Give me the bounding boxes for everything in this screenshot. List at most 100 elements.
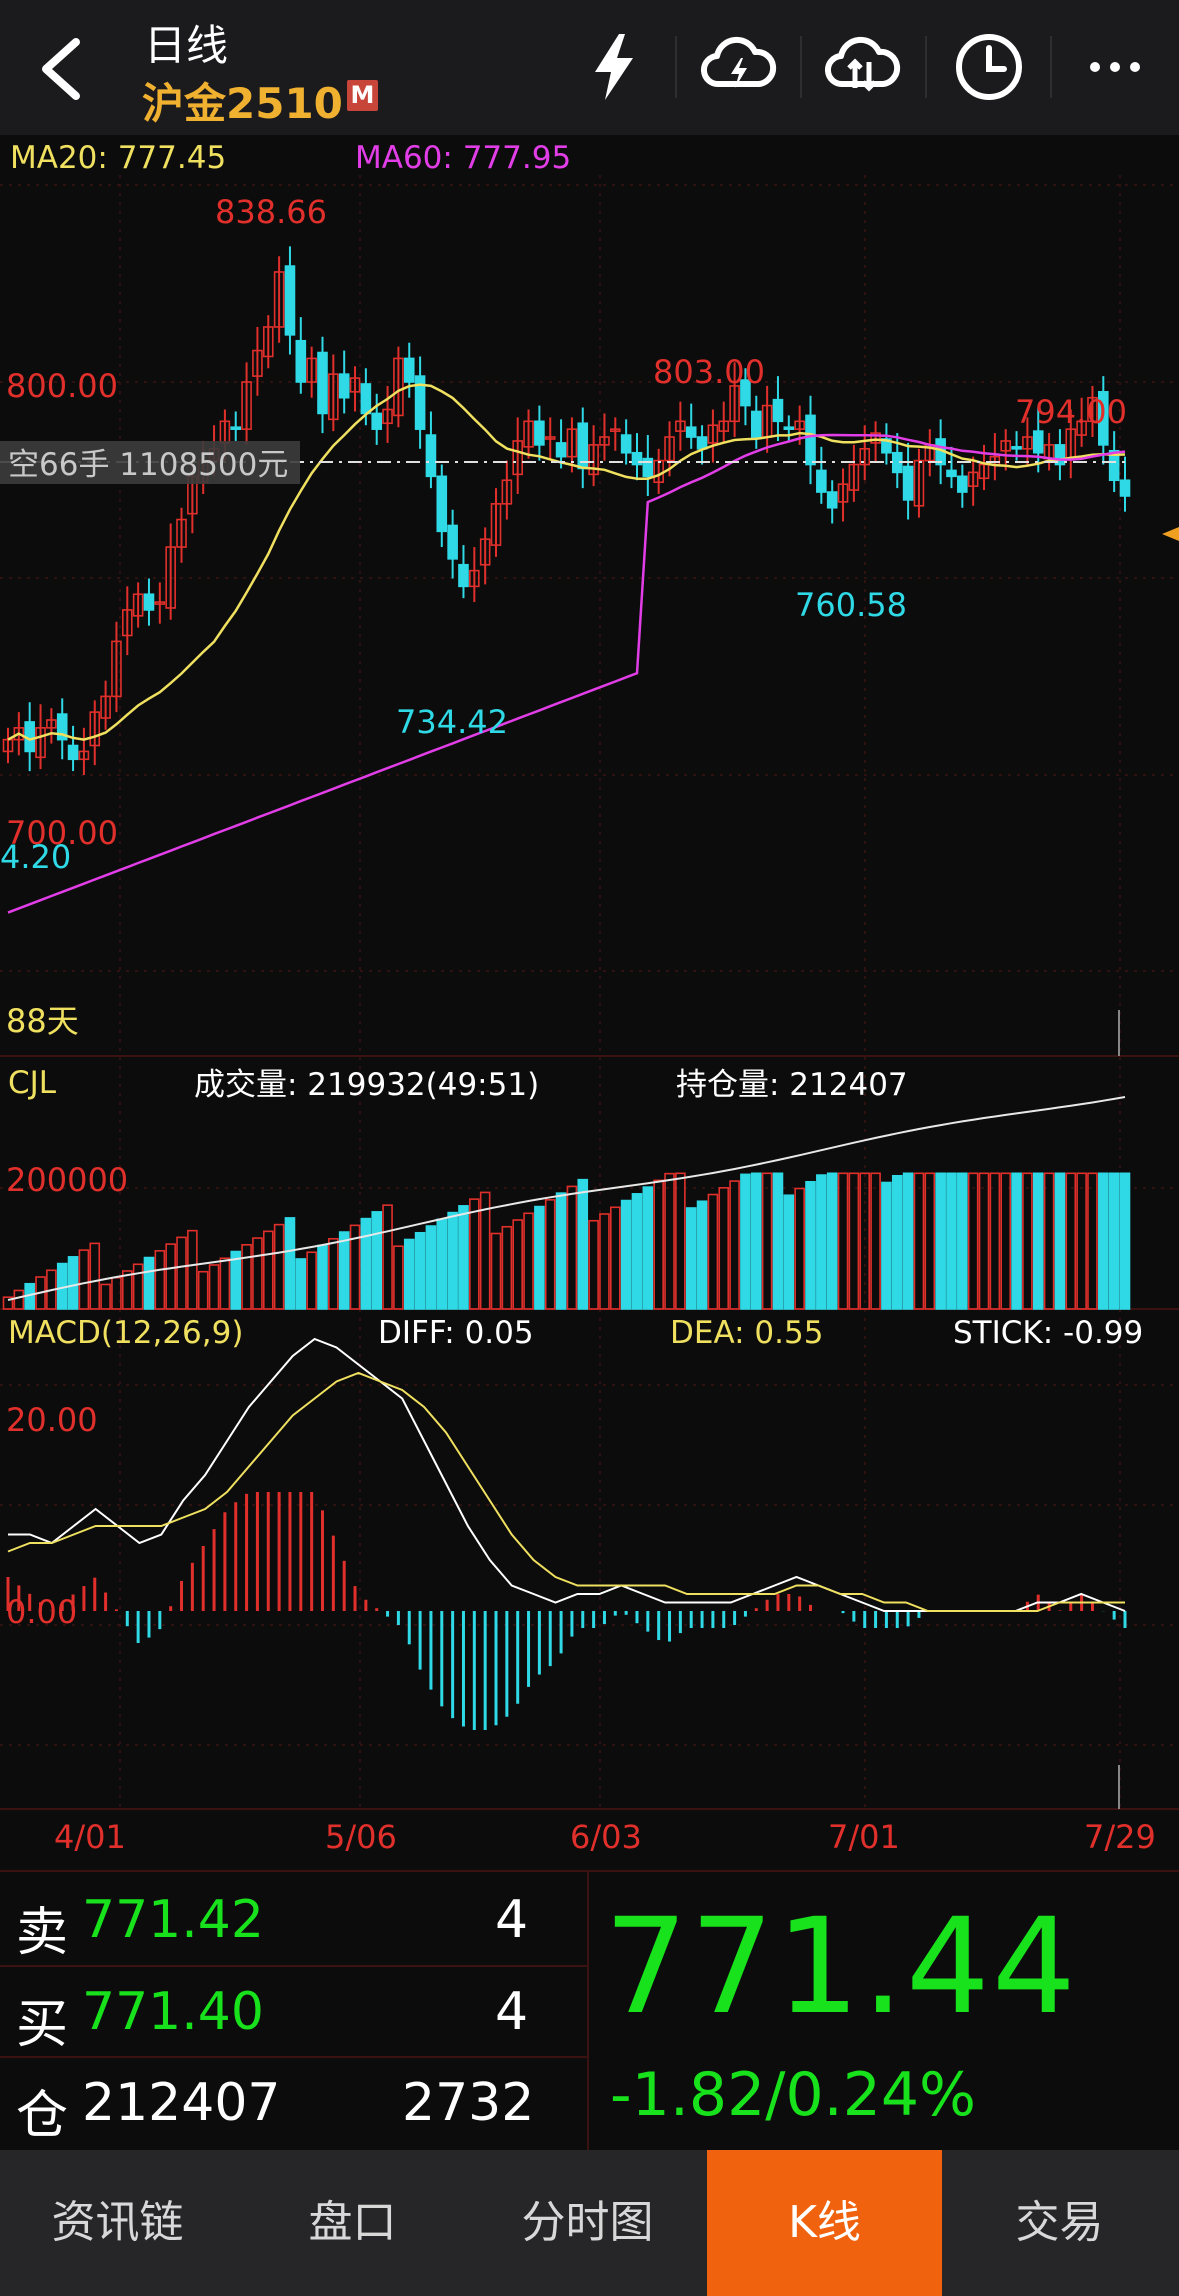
volume-bar <box>707 1193 719 1310</box>
volume-bar <box>219 1257 231 1310</box>
cloud-sync-icon[interactable] <box>823 28 901 106</box>
volume-bar <box>577 1178 589 1310</box>
volume-bar <box>1043 1172 1055 1310</box>
volume-bar <box>534 1205 545 1310</box>
volume-bar <box>631 1193 643 1310</box>
tab-kline[interactable]: K线 <box>707 2150 942 2296</box>
volume-bar <box>913 1172 925 1310</box>
macd-diff-label: DIFF: 0.05 <box>378 1315 534 1351</box>
buy-price[interactable]: 771.40 <box>82 1982 264 2042</box>
volume-bar <box>946 1172 957 1310</box>
tab-trade[interactable]: 交易 <box>942 2150 1177 2296</box>
volume-bar <box>1032 1172 1044 1310</box>
date-label-1: 4/01 <box>54 1818 126 1856</box>
candle-body <box>805 414 816 466</box>
volume-bar <box>1065 1172 1077 1310</box>
tab-intraday[interactable]: 分时图 <box>470 2150 705 2296</box>
ma60-label: MA60: 777.95 <box>355 140 571 176</box>
volume-bar <box>252 1237 263 1310</box>
volume-bar <box>902 1172 914 1310</box>
volume-bar <box>360 1217 372 1310</box>
volume-bar <box>544 1199 556 1310</box>
candle-body <box>338 373 350 399</box>
volume-bar <box>870 1172 881 1310</box>
buy-quantity: 4 <box>495 1982 529 2042</box>
volume-bar <box>696 1200 708 1310</box>
cloud-flash-icon[interactable] <box>699 28 777 106</box>
tab-news-chain[interactable]: 资讯链 <box>0 2150 235 2296</box>
volume-bar <box>1054 1172 1066 1310</box>
bottom-tab-bar: 资讯链 盘口 分时图 K线 交易 <box>0 2150 1179 2296</box>
candle-body <box>284 265 296 336</box>
volume-bar <box>512 1219 523 1310</box>
volume-bar <box>100 1283 111 1310</box>
volume-bar <box>143 1256 155 1310</box>
macd-dea-label: DEA: 0.55 <box>670 1315 823 1351</box>
candle-body <box>1011 446 1022 450</box>
open-interest-label: 持仓量: 212407 <box>676 1067 908 1103</box>
volume-bar <box>393 1245 404 1310</box>
candle-body <box>957 475 968 493</box>
candle-body <box>436 475 448 533</box>
buy-label: 买 <box>16 1995 69 2055</box>
volume-bar <box>187 1229 198 1310</box>
more-icon[interactable] <box>1076 28 1154 106</box>
flash-icon[interactable] <box>575 28 653 106</box>
contract-title[interactable]: 沪金2510 <box>142 70 343 131</box>
main-contract-badge: M <box>347 80 378 111</box>
volume-bar <box>555 1192 567 1310</box>
candle-body <box>534 420 545 446</box>
volume-bar <box>197 1270 209 1310</box>
volume-bar <box>273 1223 285 1310</box>
volume-bar <box>761 1172 773 1310</box>
date-label-3: 6/03 <box>570 1818 642 1856</box>
volume-bar <box>978 1172 990 1310</box>
volume-bar <box>132 1263 144 1310</box>
candle-body <box>685 426 697 438</box>
clock-icon[interactable] <box>950 28 1028 106</box>
volume-bar <box>653 1179 664 1310</box>
days-label: 88天 <box>6 1002 79 1040</box>
date-label-2: 5/06 <box>325 1818 397 1856</box>
volume-bar <box>967 1172 979 1310</box>
candle-body <box>1032 430 1044 454</box>
volume-bar <box>89 1242 101 1310</box>
volume-bar <box>783 1194 795 1310</box>
sell-quantity: 4 <box>495 1890 529 1950</box>
sell-label: 卖 <box>16 1903 69 1963</box>
volume-bar <box>13 1289 25 1310</box>
kline-chart[interactable]: 空66手 1108500元 MA20: 777.45 MA60: 777.95 … <box>0 135 1179 1870</box>
volume-panel-title: CJL <box>8 1065 57 1101</box>
volume-bar <box>67 1256 79 1310</box>
volume-bar <box>599 1213 610 1310</box>
back-arrow-icon[interactable] <box>30 34 100 104</box>
local-low-label: 760.58 <box>795 586 907 624</box>
volume-bar <box>523 1212 534 1310</box>
volume-bar <box>664 1172 675 1310</box>
volume-bar <box>750 1172 762 1310</box>
volume-bar <box>1098 1172 1109 1310</box>
quote-panel: 卖 771.42 4 买 771.40 4 仓 212407 2732 771.… <box>0 1870 1179 2150</box>
last-price: 771.44 <box>604 1890 1078 2044</box>
volume-bar <box>610 1206 621 1310</box>
candle-body <box>371 412 383 430</box>
candle-body <box>458 563 469 588</box>
candle-body <box>750 410 762 438</box>
macd-stick-label: STICK: -0.99 <box>953 1315 1143 1351</box>
tab-order-book[interactable]: 盘口 <box>235 2150 470 2296</box>
volume-bar <box>1076 1172 1087 1310</box>
volume-bar <box>989 1172 1001 1310</box>
candle-body <box>230 426 242 430</box>
candle-body <box>816 469 827 493</box>
volume-bar <box>826 1172 838 1310</box>
volume-bar <box>1087 1172 1098 1310</box>
volume-bar <box>165 1243 176 1310</box>
candle-body <box>620 434 632 454</box>
sell-price[interactable]: 771.42 <box>82 1890 264 1950</box>
candle-body <box>902 465 914 501</box>
macd-diff-line <box>8 1337 1126 1612</box>
local-high-label: 803.00 <box>653 353 765 391</box>
recent-high-label: 794.00 <box>1015 393 1127 431</box>
kline-chart-area[interactable]: 空66手 1108500元 MA20: 777.45 MA60: 777.95 … <box>0 135 1179 1870</box>
volume-bar <box>1022 1172 1033 1310</box>
